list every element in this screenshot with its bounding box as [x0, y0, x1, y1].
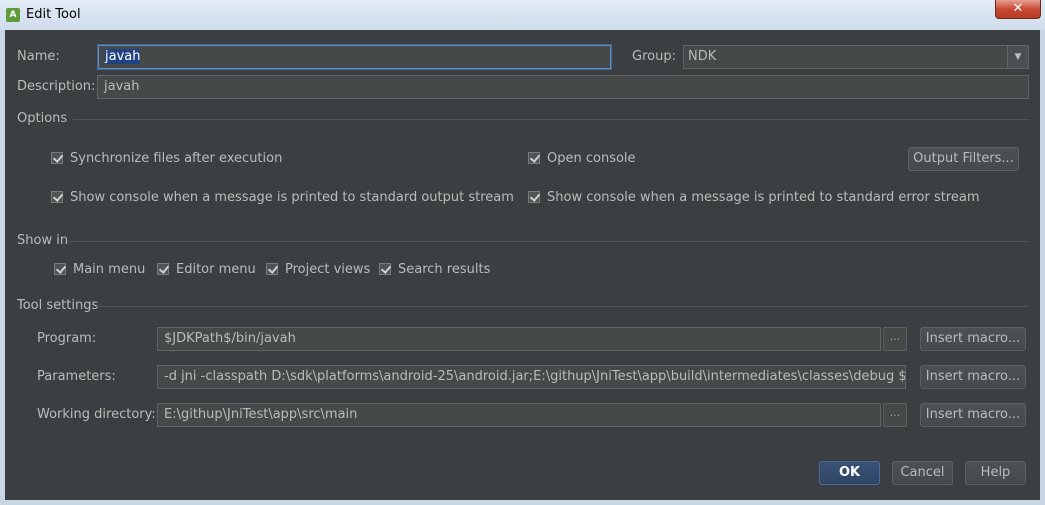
name-label: Name: — [17, 49, 60, 64]
sync-files-checkbox[interactable] — [51, 152, 63, 164]
editor-menu-label[interactable]: Editor menu — [176, 262, 256, 277]
group-label: Group: — [632, 49, 676, 64]
window-title: Edit Tool — [26, 7, 81, 22]
tool-settings-divider — [95, 306, 1029, 307]
working-directory-label: Working directory: — [37, 407, 156, 422]
close-button[interactable]: ✕ — [995, 0, 1041, 19]
tool-settings-heading: Tool settings — [17, 298, 99, 313]
working-directory-insert-macro-button[interactable]: Insert macro... — [920, 403, 1026, 427]
options-divider — [73, 119, 1029, 120]
parameters-label: Parameters: — [37, 369, 116, 384]
open-console-label[interactable]: Open console — [547, 151, 636, 166]
sync-files-label[interactable]: Synchronize files after execution — [70, 151, 282, 166]
main-menu-label[interactable]: Main menu — [73, 262, 145, 277]
search-results-checkbox[interactable] — [379, 263, 391, 275]
show-console-stderr-checkbox[interactable] — [528, 191, 540, 203]
show-in-heading: Show in — [17, 233, 69, 248]
group-select[interactable]: NDK ▼ — [683, 45, 1029, 69]
working-directory-browse-button[interactable]: ... — [883, 403, 907, 427]
help-button[interactable]: Help — [965, 461, 1026, 485]
dialog-content: Name: javah Group: NDK ▼ Description: ja… — [5, 30, 1040, 500]
parameters-insert-macro-button[interactable]: Insert macro... — [920, 365, 1026, 389]
output-filters-button[interactable]: Output Filters... — [908, 147, 1019, 171]
show-console-stdout-label[interactable]: Show console when a message is printed t… — [70, 190, 514, 205]
name-value: javah — [105, 49, 141, 64]
cancel-button[interactable]: Cancel — [892, 461, 953, 485]
editor-menu-checkbox[interactable] — [157, 263, 169, 275]
name-input[interactable]: javah — [98, 45, 611, 69]
program-input[interactable]: $JDKPath$/bin/javah — [157, 327, 881, 351]
project-views-checkbox[interactable] — [266, 263, 278, 275]
description-label: Description: — [17, 79, 96, 94]
program-insert-macro-button[interactable]: Insert macro... — [920, 327, 1026, 351]
program-label: Program: — [37, 331, 97, 346]
project-views-label[interactable]: Project views — [285, 262, 370, 277]
ok-button[interactable]: OK — [819, 461, 880, 485]
android-studio-icon: A — [6, 8, 20, 22]
program-browse-button[interactable]: ... — [883, 327, 907, 351]
show-console-stdout-checkbox[interactable] — [51, 191, 63, 203]
parameters-input[interactable]: -d jni -classpath D:\sdk\platforms\andro… — [157, 365, 906, 389]
show-console-stderr-label[interactable]: Show console when a message is printed t… — [547, 190, 980, 205]
options-heading: Options — [17, 111, 68, 126]
show-in-divider — [68, 241, 1029, 242]
search-results-label[interactable]: Search results — [398, 262, 490, 277]
edit-tool-dialog: A Edit Tool ✕ Name: javah Group: NDK ▼ D… — [0, 0, 1045, 505]
group-value: NDK — [688, 49, 717, 64]
working-directory-input[interactable]: E:\githup\JniTest\app\src\main — [157, 403, 881, 427]
main-menu-checkbox[interactable] — [54, 263, 66, 275]
open-console-checkbox[interactable] — [528, 152, 540, 164]
title-bar[interactable]: A Edit Tool ✕ — [0, 0, 1045, 30]
chevron-down-icon[interactable]: ▼ — [1007, 46, 1028, 68]
description-input[interactable]: javah — [97, 75, 1029, 99]
